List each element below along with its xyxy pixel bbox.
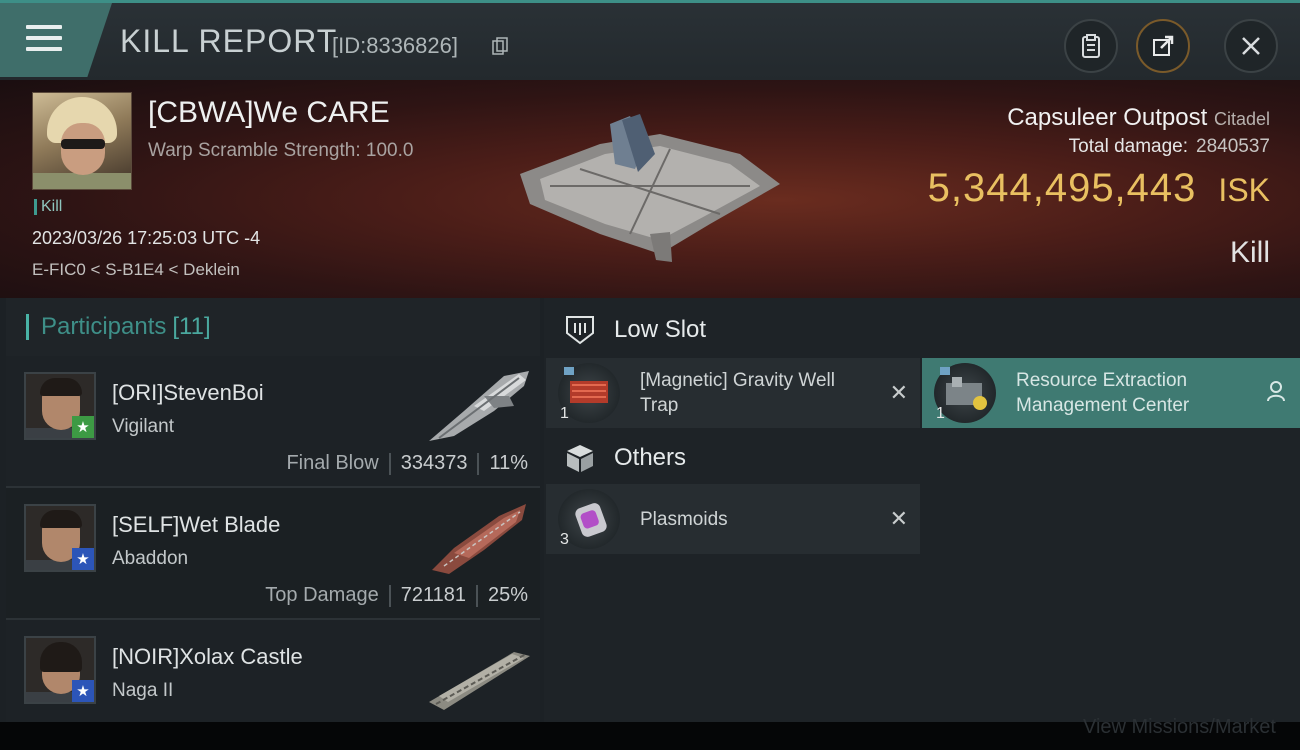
participant-name[interactable]: [SELF]Wet Blade: [112, 512, 280, 538]
low-slot-icon: [562, 312, 598, 348]
clipboard-button[interactable]: [1064, 19, 1118, 73]
isk-unit: ISK: [1218, 172, 1270, 208]
participant-percent: 11%: [489, 452, 528, 474]
citadel-structure-image: [520, 114, 780, 262]
menu-tab[interactable]: [0, 3, 112, 77]
fitting-panel: Low Slot 1 [Magnetic] Gravity Well Trap …: [544, 298, 1300, 724]
item-name: Resource Extraction Management Center: [1016, 370, 1190, 416]
participants-header: Participants [11]: [6, 298, 540, 356]
victim-portrait[interactable]: [32, 92, 132, 190]
report-id: [ID:8336826]: [332, 33, 458, 58]
participant-stats: Top Damage 721181 25%: [265, 584, 528, 607]
kill-tag-label: Kill: [41, 198, 63, 215]
item-name: Plasmoids: [640, 508, 728, 530]
participant-damage: 334373: [400, 452, 468, 474]
warp-scramble-strength: Warp Scramble Strength: 100.0: [148, 140, 414, 161]
participant-ship: Vigilant: [112, 416, 174, 437]
low-slot-header: Low Slot: [544, 300, 920, 360]
item-name: [Magnetic] Gravity Well Trap: [640, 370, 835, 416]
ship-image: [429, 371, 529, 441]
avatar[interactable]: ★: [24, 372, 96, 440]
participant-row[interactable]: ★ [SELF]Wet Blade Abaddon Top Damage 721…: [6, 488, 540, 620]
resource-extraction-center-icon: 1: [934, 363, 996, 423]
star-icon: ★: [72, 416, 94, 438]
copy-icon[interactable]: [492, 37, 508, 55]
low-slot-title: Low Slot: [614, 316, 707, 343]
participants-panel: Participants [11] ★ [ORI]StevenBoi Vigil…: [6, 298, 540, 730]
kill-report-window: KILL REPORT [ID:8336826] [CBWA]We CARE W…: [0, 0, 1300, 730]
victim-name[interactable]: [CBWA]We CARE: [148, 96, 390, 130]
participant-role: Final Blow: [286, 452, 379, 474]
cube-icon: [562, 440, 598, 476]
isk-value-row: 5,344,495,443 ISK: [928, 166, 1270, 211]
star-icon: ★: [72, 548, 94, 570]
item-quantity: 3: [560, 531, 569, 548]
participant-ship: Naga II: [112, 680, 174, 701]
item-quantity: 1: [936, 405, 945, 422]
kill-tag: Kill: [34, 198, 62, 216]
lost-ship-name[interactable]: Capsuleer Outpost Citadel: [1007, 104, 1270, 132]
participant-stats: Final Blow 334373 11%: [286, 452, 528, 475]
gravity-well-trap-icon: 1: [558, 363, 620, 423]
isk-value: 5,344,495,443: [927, 166, 1197, 210]
item-quantity: 1: [560, 405, 569, 422]
participants-count: [11]: [172, 313, 211, 340]
others-header: Others: [544, 428, 920, 488]
module-item[interactable]: 1 [Magnetic] Gravity Well Trap ✕: [546, 358, 920, 428]
total-damage: Total damage: 2840537: [1068, 136, 1270, 157]
page-title: KILL REPORT: [120, 23, 338, 59]
background-text: View Missions/Market: [1082, 716, 1276, 738]
others-title: Others: [614, 444, 687, 471]
participant-row[interactable]: ★ [ORI]StevenBoi Vigilant Final Blow 334…: [6, 356, 540, 488]
total-damage-value: 2840537: [1196, 136, 1270, 157]
kill-location[interactable]: E-FIC0 < S-B1E4 < Deklein: [32, 260, 240, 280]
star-icon: ★: [72, 680, 94, 702]
plasmoids-icon: 3: [558, 489, 620, 549]
avatar[interactable]: ★: [24, 636, 96, 704]
kill-datetime: 2023/03/26 17:25:03 UTC -4: [32, 228, 261, 248]
user-icon[interactable]: [1266, 380, 1286, 407]
cargo-item[interactable]: 3 Plasmoids ✕: [546, 484, 920, 554]
kill-banner: [CBWA]We CARE Warp Scramble Strength: 10…: [0, 80, 1300, 298]
module-item[interactable]: 1 Resource Extraction Management Center: [922, 358, 1300, 428]
participants-label: Participants: [41, 313, 167, 340]
clipboard-icon: [1082, 34, 1100, 58]
lost-ship-class: Citadel: [1213, 109, 1270, 129]
destroyed-x-icon: ✕: [889, 506, 908, 531]
ship-image: [429, 652, 530, 710]
participant-percent: 25%: [487, 584, 528, 606]
close-button[interactable]: [1224, 19, 1278, 73]
share-icon: [1153, 35, 1174, 56]
participant-ship: Abaddon: [112, 548, 189, 569]
participant-name[interactable]: [NOIR]Xolax Castle: [112, 644, 303, 670]
participant-name[interactable]: [ORI]StevenBoi: [112, 380, 264, 406]
header-bar: KILL REPORT [ID:8336826]: [0, 0, 1300, 80]
participant-row[interactable]: ★ [NOIR]Xolax Castle Naga II: [6, 620, 540, 730]
share-button[interactable]: [1136, 19, 1190, 73]
kill-result: Kill: [1229, 236, 1270, 269]
close-icon: [1242, 37, 1260, 55]
participant-role: Top Damage: [265, 584, 379, 606]
avatar[interactable]: ★: [24, 504, 96, 572]
hamburger-menu-icon[interactable]: [26, 25, 62, 53]
destroyed-x-icon: ✕: [889, 380, 908, 405]
ship-image: [432, 504, 526, 574]
participant-damage: 721181: [400, 584, 466, 606]
